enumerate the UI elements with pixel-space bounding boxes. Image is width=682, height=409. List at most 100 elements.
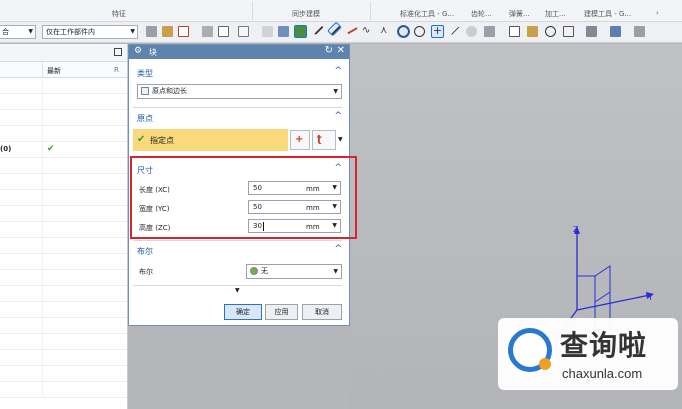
table-row[interactable] (0, 270, 127, 286)
column-latest[interactable]: 最新 (47, 66, 61, 76)
table-row[interactable] (0, 78, 127, 94)
column-divider (42, 190, 43, 206)
column-divider (42, 382, 43, 398)
table-row[interactable] (0, 382, 127, 398)
point-dialog-button[interactable]: + (290, 130, 310, 150)
ribbon-group-spring[interactable]: 弹簧... (509, 9, 530, 19)
gear-icon[interactable]: ⚙ (134, 46, 142, 56)
expand-more-icon[interactable]: ▼ (235, 287, 240, 294)
table-row[interactable] (0, 174, 127, 190)
table-row[interactable] (0, 334, 127, 350)
table-row[interactable] (0, 190, 127, 206)
table-row[interactable] (0, 318, 127, 334)
point-on-curve-icon[interactable] (447, 22, 460, 36)
rectangle-select-icon[interactable] (218, 26, 229, 37)
watermark: 查询啦 chaxunla.com (498, 318, 678, 390)
more-tools-icon[interactable] (634, 26, 645, 37)
table-row[interactable] (0, 302, 127, 318)
box-icon[interactable] (238, 26, 249, 37)
navigator-header (0, 44, 127, 62)
section-label: 类型 (137, 69, 153, 78)
control-point-icon[interactable]: ∿ (362, 26, 373, 37)
boolean-select[interactable]: 无 ▼ (246, 264, 342, 279)
view-icon[interactable] (262, 26, 273, 37)
scope-filter-select[interactable]: 仅在工作部件内 ▼ (42, 25, 138, 39)
chevron-down-icon: ▼ (333, 268, 338, 275)
render-style-icon[interactable] (563, 26, 574, 37)
column-divider (42, 318, 43, 334)
ribbon-group-machining[interactable]: 加工... (545, 9, 566, 19)
table-row[interactable] (0, 350, 127, 366)
display-icon[interactable] (586, 26, 597, 37)
table-row[interactable] (0, 126, 127, 142)
view-triad-icon[interactable] (527, 26, 538, 37)
table-row[interactable] (0, 206, 127, 222)
ribbon-separator (370, 2, 371, 20)
dot-icon (539, 358, 551, 370)
table-row[interactable] (0, 158, 127, 174)
table-row[interactable] (0, 366, 127, 382)
chevron-down-icon[interactable]: ▼ (338, 136, 343, 143)
table-row[interactable] (0, 222, 127, 238)
table-row[interactable] (0, 286, 127, 302)
region-select-icon[interactable] (178, 26, 189, 37)
apply-button[interactable]: 应用 (265, 304, 298, 320)
inferred-point-button[interactable]: ʈ (312, 130, 336, 150)
cube-icon[interactable] (278, 26, 289, 37)
snap-icon[interactable] (146, 26, 157, 37)
table-row[interactable] (0, 94, 127, 110)
maximize-icon[interactable] (114, 48, 122, 56)
boolean-section-header[interactable]: 布尔 ^ (133, 244, 346, 257)
boolean-section: 布尔 ^ (133, 244, 346, 257)
reset-icon[interactable]: ↻ (325, 45, 333, 56)
column-divider (42, 366, 43, 382)
ribbon-group-standard-tools[interactable]: 标准化工具 - G... (400, 9, 454, 19)
type-select[interactable]: 原点和边长 ▼ (137, 84, 342, 99)
ribbon-group-feature[interactable]: 特征 (112, 9, 126, 19)
ribbon-group-sync-modeling[interactable]: 同步建模 (292, 9, 320, 19)
ribbon-group-modeling-tools[interactable]: 建模工具 - G... (584, 9, 631, 19)
point-on-face-icon[interactable] (466, 26, 477, 37)
cancel-button[interactable]: 取消 (302, 304, 342, 320)
intersection-icon[interactable]: ⋏ (380, 26, 391, 37)
line-icon[interactable] (311, 22, 324, 36)
ribbon-more-chevron[interactable]: › (656, 9, 659, 17)
arc-center-icon[interactable] (397, 25, 410, 38)
column-divider (42, 238, 43, 254)
midpoint-icon[interactable] (345, 23, 358, 35)
type-select-value: 原点和边长 (152, 87, 187, 95)
type-filter-select[interactable]: 合 ▼ (0, 25, 36, 39)
ribbon-group-gear[interactable]: 齿轮... (471, 9, 492, 19)
lasso-icon[interactable] (202, 26, 213, 37)
existing-point-icon[interactable]: + (431, 25, 444, 38)
chevron-up-icon[interactable]: ^ (334, 244, 342, 254)
table-row-feature[interactable]: (0) ✔ (0, 142, 127, 158)
dialog-title-bar[interactable]: ⚙ 块 ↻ ✕ (129, 45, 349, 59)
rotate-icon[interactable] (545, 26, 556, 37)
specify-point-row[interactable]: ✔ 指定点 (133, 129, 288, 151)
column-extra[interactable]: R (114, 66, 119, 74)
layer-icon[interactable] (509, 26, 520, 37)
table-row[interactable] (0, 110, 127, 126)
select-point-icon[interactable] (162, 26, 173, 37)
watermark-logo (504, 324, 556, 376)
divider (133, 107, 342, 108)
endpoint-icon[interactable] (327, 20, 342, 38)
chevron-up-icon[interactable]: ^ (334, 66, 342, 76)
specify-point-label: 指定点 (150, 136, 174, 145)
chevron-up-icon[interactable]: ^ (334, 111, 342, 121)
close-icon[interactable]: ✕ (337, 45, 345, 56)
column-divider (42, 78, 43, 94)
quadrant-icon[interactable] (414, 26, 425, 37)
table-row[interactable] (0, 238, 127, 254)
ok-button[interactable]: 确定 (224, 304, 262, 320)
column-divider (42, 302, 43, 318)
origin-section-header[interactable]: 原点 ^ (133, 111, 346, 124)
scope-filter-value: 仅在工作部件内 (46, 28, 95, 36)
column-divider (42, 206, 43, 222)
table-row[interactable] (0, 254, 127, 270)
type-section-header[interactable]: 类型 ^ (133, 66, 346, 79)
bounded-grid-icon[interactable] (484, 26, 495, 37)
snap-point-icon[interactable] (294, 25, 307, 38)
wcs-icon[interactable] (610, 26, 621, 37)
